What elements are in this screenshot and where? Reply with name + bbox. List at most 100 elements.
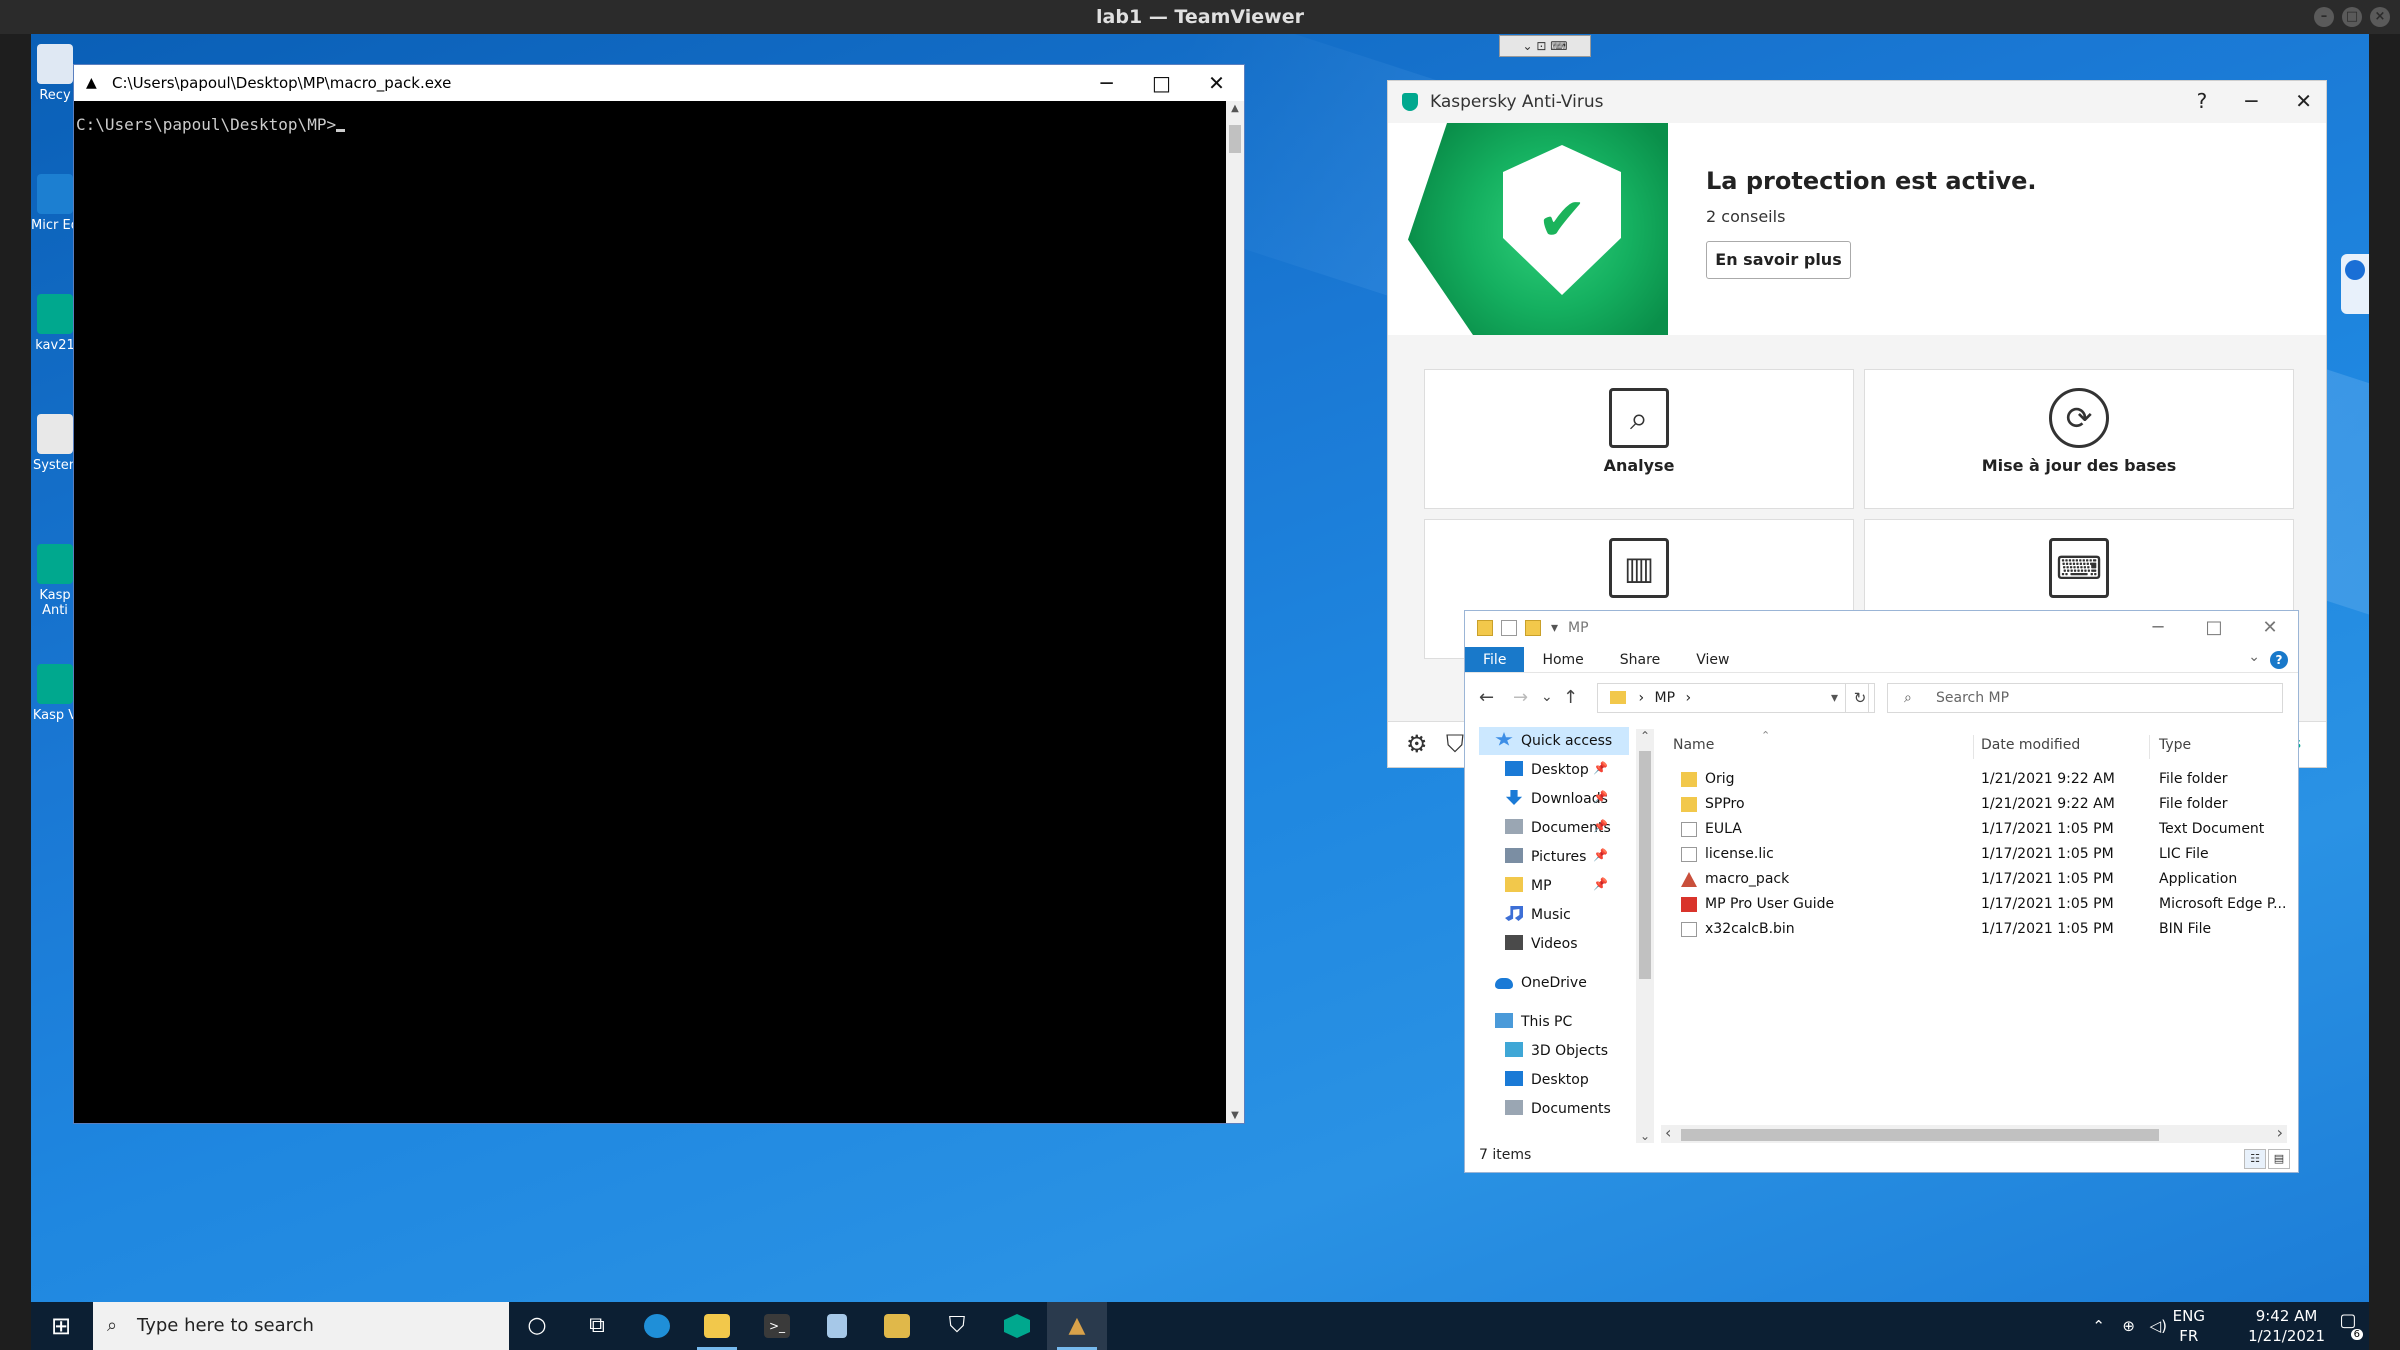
explorer-close-button[interactable]: ✕ <box>2242 611 2298 645</box>
pin-icon[interactable]: 📌 <box>1593 819 1608 833</box>
cmd-maximize-button[interactable]: □ <box>1134 65 1189 101</box>
search-box[interactable]: ⌕ Search MP <box>1887 683 2283 713</box>
file-list-horizontal-scrollbar[interactable]: ‹ › <box>1661 1123 2287 1143</box>
tab-share[interactable]: Share <box>1602 647 1678 672</box>
cmd-title-bar[interactable]: ▲ C:\Users\papoul\Desktop\MP\macro_pack.… <box>74 65 1244 101</box>
show-hidden-icons-button[interactable]: ⌃ <box>2092 1302 2105 1350</box>
file-row[interactable]: macro_pack 1/17/2021 1:05 PM Application <box>1665 867 2285 892</box>
explorer-title-bar[interactable]: ▾ MP ─ □ ✕ <box>1465 611 2298 645</box>
pin-icon[interactable]: 📌 <box>1593 790 1608 804</box>
desktop-icon-kav21[interactable]: kav21 <box>31 294 79 353</box>
taskbar-windows-security[interactable]: ⛉ <box>927 1302 987 1350</box>
up-button[interactable]: ↑ <box>1563 687 1578 708</box>
tab-view[interactable]: View <box>1678 647 1747 672</box>
more-info-button[interactable]: En savoir plus <box>1706 241 1851 279</box>
scan-tile[interactable]: ⌕ Analyse <box>1424 369 1854 509</box>
nav-scroll-up-button[interactable]: ⌃ <box>1640 729 1650 743</box>
details-view-button[interactable]: ☷ <box>2244 1149 2266 1169</box>
cmd-scroll-up-button[interactable]: ▲ <box>1226 103 1244 114</box>
taskbar-edge[interactable] <box>627 1302 687 1350</box>
nav-item-this-pc[interactable]: This PC <box>1495 1008 1572 1036</box>
nav-item-music[interactable]: Music <box>1505 901 1571 929</box>
taskbar-paint[interactable] <box>867 1302 927 1350</box>
file-row[interactable]: SPPro 1/21/2021 9:22 AM File folder <box>1665 792 2285 817</box>
forward-button[interactable]: → <box>1513 687 1528 708</box>
ribbon-expand-icon[interactable]: ⌄ <box>2248 649 2260 665</box>
nav-item-mp[interactable]: MP <box>1505 872 1552 900</box>
nav-scroll-thumb[interactable] <box>1639 751 1651 979</box>
qat-dropdown-icon[interactable]: ▾ <box>1551 620 1558 636</box>
address-bar[interactable]: › MP › ▾ <box>1597 683 1869 713</box>
file-row[interactable]: Orig 1/21/2021 9:22 AM File folder <box>1665 767 2285 792</box>
teamviewer-maximize-button[interactable]: □ <box>2342 7 2362 27</box>
desktop-icon-edge[interactable]: Micr Ed <box>31 174 79 233</box>
kaspersky-minimize-button[interactable]: ─ <box>2245 89 2257 113</box>
pin-icon[interactable]: 📌 <box>1593 761 1608 775</box>
desktop-icon-system[interactable]: Systen <box>31 414 79 473</box>
cmd-scroll-down-button[interactable]: ▼ <box>1226 1110 1244 1121</box>
kaspersky-title-bar[interactable]: Kaspersky Anti-Virus ? ─ ✕ <box>1388 81 2326 123</box>
kaspersky-close-button[interactable]: ✕ <box>2295 89 2312 113</box>
start-button[interactable]: ⊞ <box>31 1302 91 1350</box>
nav-item-3d-objects[interactable]: 3D Objects <box>1505 1037 1608 1065</box>
back-button[interactable]: ← <box>1479 687 1494 708</box>
recent-locations-button[interactable]: ⌄ <box>1541 689 1553 705</box>
hscroll-right-button[interactable]: › <box>2277 1123 2283 1142</box>
cmd-minimize-button[interactable]: ─ <box>1079 65 1134 101</box>
column-divider[interactable] <box>1973 735 1974 759</box>
taskbar-kaspersky[interactable] <box>987 1302 1047 1350</box>
file-row[interactable]: MP Pro User Guide 1/17/2021 1:05 PM Micr… <box>1665 892 2286 917</box>
cmd-scroll-thumb[interactable] <box>1229 125 1241 153</box>
desktop-icon-kaspersky-vpn[interactable]: Kasp V <box>31 664 79 723</box>
notification-center-button[interactable]: ▢ 6 <box>2333 1310 2363 1340</box>
taskbar-terminal[interactable]: >_ <box>747 1302 807 1350</box>
clock[interactable]: 9:42 AM 1/21/2021 <box>2248 1306 2325 1346</box>
column-type[interactable]: Type <box>2159 737 2191 753</box>
cmd-console[interactable]: C:\Users\papoul\Desktop\MP> <box>74 101 1226 1123</box>
explorer-maximize-button[interactable]: □ <box>2186 611 2242 645</box>
pin-icon[interactable]: 📌 <box>1593 848 1608 862</box>
teamviewer-toolbar-handle[interactable]: ⌄ ⊡ ⌨ <box>1499 35 1591 57</box>
nav-pane-scrollbar[interactable]: ⌃ ⌄ <box>1636 729 1654 1143</box>
column-name[interactable]: Name <box>1673 737 1714 753</box>
advice-count[interactable]: 2 conseils <box>1706 207 1785 226</box>
support-icon[interactable]: ⛉ <box>1446 730 1464 758</box>
cmd-scrollbar[interactable]: ▲ ▼ <box>1226 101 1244 1123</box>
column-date-modified[interactable]: Date modified <box>1981 737 2080 753</box>
update-tile[interactable]: ⟳ Mise à jour des bases <box>1864 369 2294 509</box>
address-path[interactable]: MP <box>1655 690 1676 706</box>
kaspersky-help-button[interactable]: ? <box>2197 89 2208 113</box>
input-language[interactable]: ENG FR <box>2173 1306 2205 1346</box>
cortana-button[interactable]: ○ <box>507 1302 567 1350</box>
help-icon[interactable]: ? <box>2270 651 2288 669</box>
properties-icon[interactable] <box>1501 620 1517 636</box>
task-view-button[interactable]: ⧉ <box>567 1302 627 1350</box>
file-row[interactable]: license.lic 1/17/2021 1:05 PM LIC File <box>1665 842 2285 867</box>
nav-item-documents-pc[interactable]: Documents <box>1505 1095 1611 1123</box>
tab-file[interactable]: File <box>1465 647 1525 672</box>
new-folder-icon[interactable] <box>1525 620 1541 636</box>
taskbar-search-box[interactable]: ⌕ Type here to search <box>93 1302 509 1350</box>
address-dropdown-icon[interactable]: ▾ <box>1831 684 1838 712</box>
cmd-close-button[interactable]: ✕ <box>1189 65 1244 101</box>
teamviewer-close-button[interactable]: × <box>2370 7 2390 27</box>
settings-gear-icon[interactable]: ⚙ <box>1406 730 1428 758</box>
nav-item-pictures[interactable]: Pictures <box>1505 843 1586 871</box>
desktop-icon-kaspersky-antivirus[interactable]: Kasp Anti <box>31 544 79 618</box>
teamviewer-minimize-button[interactable]: – <box>2314 7 2334 27</box>
column-divider[interactable] <box>2149 735 2150 759</box>
nav-item-desktop-pc[interactable]: Desktop <box>1505 1066 1589 1094</box>
nav-item-quick-access[interactable]: Quick access <box>1479 727 1629 755</box>
nav-item-desktop[interactable]: Desktop <box>1505 756 1589 784</box>
desktop-icon-recycle-bin[interactable]: Recy <box>31 44 79 103</box>
pin-icon[interactable]: 📌 <box>1593 877 1608 891</box>
large-icons-view-button[interactable]: ▤ <box>2268 1149 2290 1169</box>
file-row[interactable]: EULA 1/17/2021 1:05 PM Text Document <box>1665 817 2285 842</box>
volume-icon[interactable]: ◁) <box>2150 1302 2167 1350</box>
nav-scroll-down-button[interactable]: ⌄ <box>1640 1129 1650 1143</box>
tab-home[interactable]: Home <box>1524 647 1601 672</box>
cmd-window[interactable]: ▲ C:\Users\papoul\Desktop\MP\macro_pack.… <box>73 64 1245 1124</box>
taskbar-macro-pack[interactable]: ▲ <box>1047 1302 1107 1350</box>
hscroll-left-button[interactable]: ‹ <box>1665 1123 1671 1142</box>
explorer-minimize-button[interactable]: ─ <box>2130 611 2186 645</box>
